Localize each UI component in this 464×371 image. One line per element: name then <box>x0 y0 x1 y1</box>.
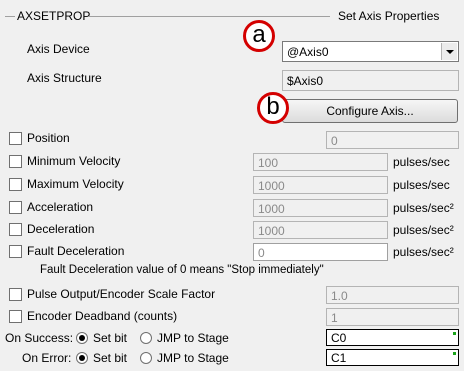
configure-axis-button[interactable]: Configure Axis... <box>282 99 458 123</box>
axsetprop-panel: AXSETPROP Set Axis Properties Axis Devic… <box>0 0 464 371</box>
dropdown-button[interactable] <box>441 43 457 60</box>
deadband-field[interactable]: 1 <box>326 308 459 326</box>
position-label: Position <box>27 131 70 145</box>
axis-device-label: Axis Device <box>27 42 90 56</box>
max-velocity-label: Maximum Velocity <box>27 177 124 191</box>
chevron-down-icon <box>446 50 454 54</box>
axis-structure-field: $Axis0 <box>282 70 459 91</box>
max-velocity-unit: pulses/sec <box>393 178 450 192</box>
acceleration-unit: pulses/sec² <box>393 201 454 215</box>
group-title: AXSETPROP <box>15 9 93 23</box>
acceleration-field[interactable]: 1000 <box>253 199 388 217</box>
on-success-setbit-radio[interactable] <box>76 332 88 344</box>
on-success-field[interactable]: C0 <box>326 329 459 346</box>
on-error-jmp-radio[interactable] <box>140 352 152 364</box>
max-velocity-checkbox[interactable] <box>9 178 22 191</box>
fault-decel-note: Fault Deceleration value of 0 means "Sto… <box>40 264 324 276</box>
on-error-setbit-label: Set bit <box>93 351 128 365</box>
on-error-field[interactable]: C1 <box>326 349 459 366</box>
group-divider-mid <box>88 16 330 17</box>
on-success-value: C0 <box>331 331 347 345</box>
on-error-label: On Error: <box>22 351 72 365</box>
scale-factor-field[interactable]: 1.0 <box>326 286 459 304</box>
min-velocity-field[interactable]: 100 <box>253 153 388 171</box>
max-velocity-field[interactable]: 1000 <box>253 176 388 194</box>
scale-factor-label: Pulse Output/Encoder Scale Factor <box>27 287 216 301</box>
deadband-checkbox[interactable] <box>9 310 22 323</box>
min-velocity-label: Minimum Velocity <box>27 154 121 168</box>
fault-decel-label: Fault Deceleration <box>27 244 125 258</box>
position-field[interactable]: 0 <box>326 131 459 149</box>
min-velocity-unit: pulses/sec <box>393 155 450 169</box>
on-error-jmp-label: JMP to Stage <box>157 351 229 365</box>
deceleration-unit: pulses/sec² <box>393 223 454 237</box>
status-dot-icon <box>453 332 456 335</box>
on-error-value: C1 <box>331 351 347 365</box>
scale-factor-checkbox[interactable] <box>9 288 22 301</box>
status-dot-icon <box>453 352 456 355</box>
group-subtitle: Set Axis Properties <box>338 9 440 23</box>
acceleration-checkbox[interactable] <box>9 201 22 214</box>
fault-decel-field[interactable]: 0 <box>253 243 388 261</box>
callout-b-badge: b <box>257 92 289 124</box>
on-success-label: On Success: <box>5 331 74 345</box>
acceleration-label: Acceleration <box>27 200 94 214</box>
deceleration-field[interactable]: 1000 <box>253 221 388 239</box>
deadband-label: Encoder Deadband (counts) <box>27 309 178 323</box>
axis-device-value: @Axis0 <box>287 45 329 59</box>
on-success-jmp-label: JMP to Stage <box>157 331 229 345</box>
on-success-setbit-label: Set bit <box>93 331 128 345</box>
position-checkbox[interactable] <box>9 132 22 145</box>
on-error-setbit-radio[interactable] <box>76 352 88 364</box>
deceleration-label: Deceleration <box>27 222 95 236</box>
min-velocity-checkbox[interactable] <box>9 155 22 168</box>
on-success-jmp-radio[interactable] <box>140 332 152 344</box>
axis-structure-label: Axis Structure <box>27 71 102 85</box>
deceleration-checkbox[interactable] <box>9 223 22 236</box>
axis-device-select[interactable]: @Axis0 <box>282 41 459 62</box>
callout-a-badge: a <box>243 20 275 52</box>
fault-decel-checkbox[interactable] <box>9 245 22 258</box>
fault-decel-unit: pulses/sec² <box>393 245 454 259</box>
